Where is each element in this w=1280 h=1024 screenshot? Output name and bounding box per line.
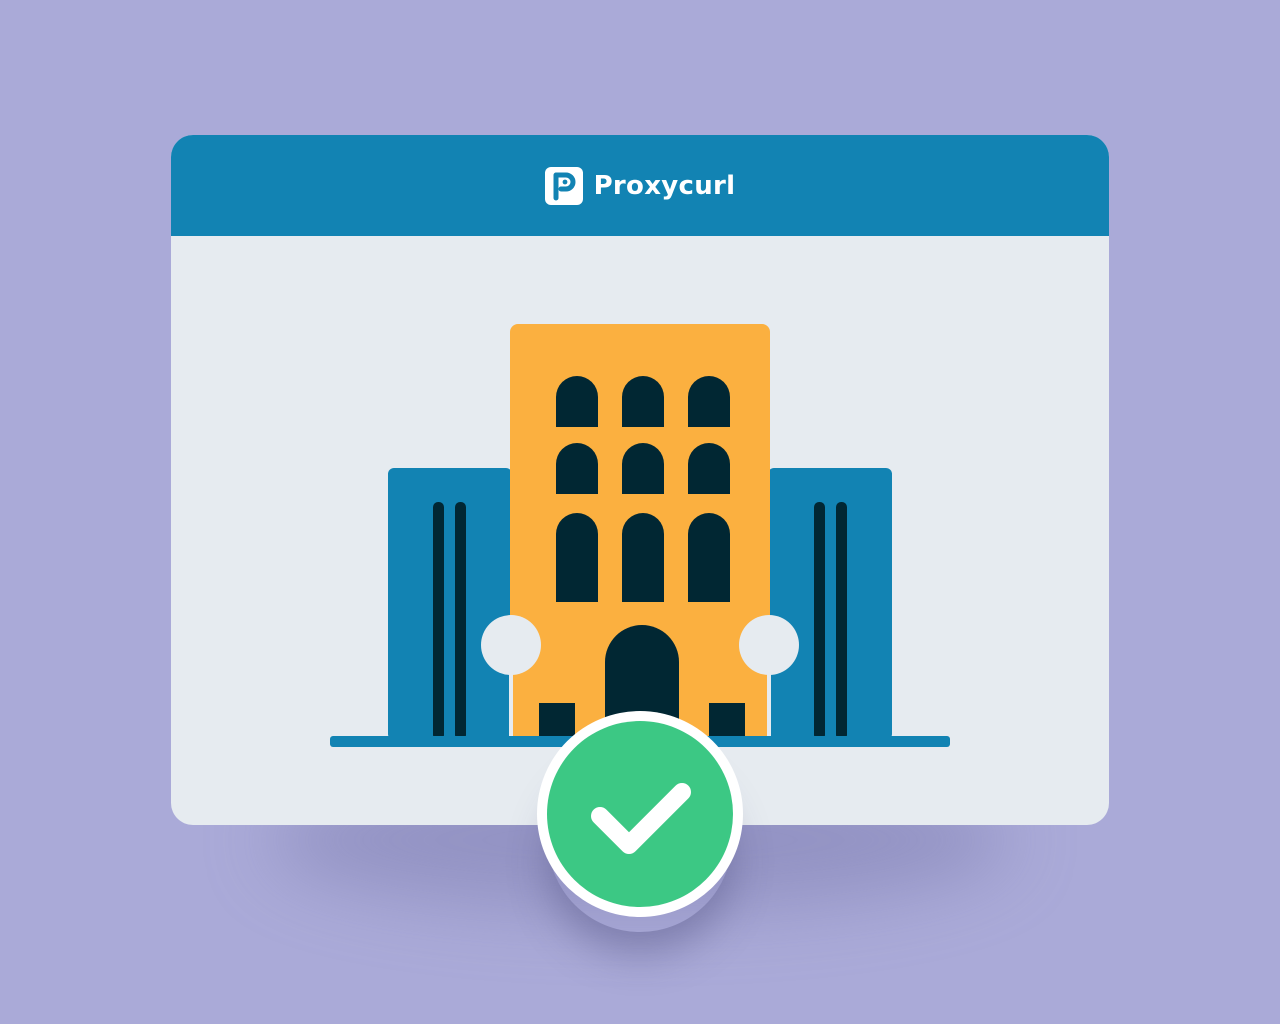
right-side-building: [768, 468, 892, 740]
left-side-building: [388, 468, 512, 740]
main-building: [510, 324, 770, 740]
verified-badge: [537, 711, 743, 917]
checkmark-icon: [591, 783, 691, 854]
